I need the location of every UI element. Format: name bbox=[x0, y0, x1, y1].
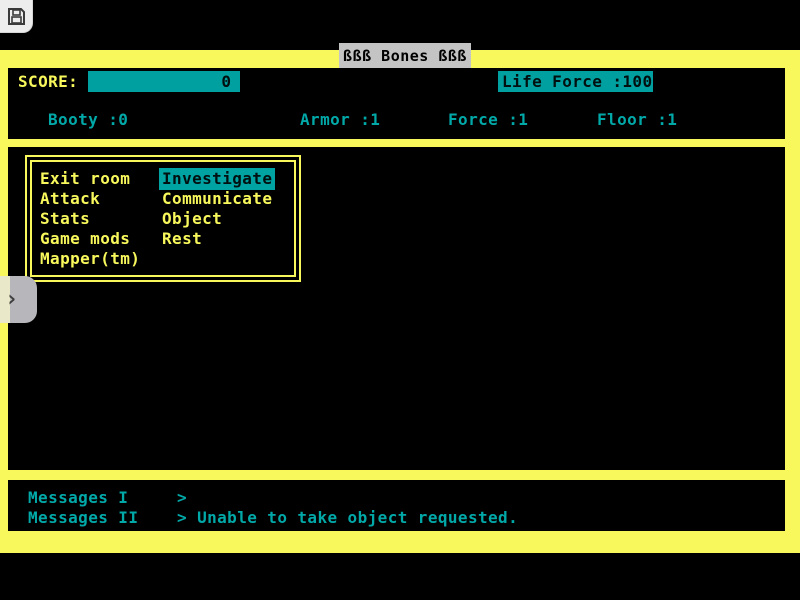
menu-row: Attack Communicate bbox=[40, 188, 294, 208]
score-value: 0 bbox=[221, 72, 231, 91]
menu-item-investigate[interactable]: Investigate bbox=[159, 168, 275, 190]
menu-item-attack[interactable]: Attack bbox=[40, 189, 162, 208]
armor-stat: Armor :1 bbox=[300, 110, 380, 129]
menu-item-rest[interactable]: Rest bbox=[162, 229, 202, 248]
floppy-disk-icon bbox=[7, 7, 26, 26]
game-title-bar: ßßß Bones ßßß bbox=[339, 43, 471, 68]
menu-row: Game mods Rest bbox=[40, 228, 294, 248]
score-bar: 0 bbox=[88, 71, 240, 92]
messages-1-label: Messages I bbox=[28, 488, 128, 507]
action-menu: Exit room Investigate Attack Communicate… bbox=[25, 155, 301, 282]
menu-item-exit-room[interactable]: Exit room bbox=[40, 169, 162, 188]
life-force-bar: Life Force :100 bbox=[498, 71, 653, 92]
score-label: SCORE: bbox=[18, 72, 78, 91]
force-stat: Force :1 bbox=[448, 110, 528, 129]
floor-stat: Floor :1 bbox=[597, 110, 677, 129]
drawer-expand-handle[interactable]: › bbox=[0, 276, 37, 323]
menu-item-game-mods[interactable]: Game mods bbox=[40, 229, 162, 248]
menu-row: Exit room Investigate bbox=[40, 168, 294, 188]
menu-item-object[interactable]: Object bbox=[162, 209, 222, 228]
messages-2-label: Messages II bbox=[28, 508, 138, 527]
main-panel: Exit room Investigate Attack Communicate… bbox=[8, 147, 785, 470]
stats-panel: SCORE: 0 Life Force :100 Booty :0 Armor … bbox=[8, 68, 785, 139]
menu-row: Mapper(tm) bbox=[40, 248, 294, 268]
menu-row: Stats Object bbox=[40, 208, 294, 228]
menu-item-mapper[interactable]: Mapper(tm) bbox=[40, 249, 162, 268]
life-force-value: Life Force :100 bbox=[502, 72, 653, 91]
booty-stat: Booty :0 bbox=[48, 110, 128, 129]
save-button[interactable] bbox=[0, 0, 33, 33]
menu-item-communicate[interactable]: Communicate bbox=[162, 189, 272, 208]
messages-2-text: > Unable to take object requested. bbox=[177, 508, 518, 527]
menu-item-stats[interactable]: Stats bbox=[40, 209, 162, 228]
chevron-right-icon: › bbox=[0, 289, 18, 311]
action-menu-inner: Exit room Investigate Attack Communicate… bbox=[30, 160, 296, 277]
messages-1-prompt: > bbox=[177, 488, 187, 507]
messages-panel: Messages I > Messages II > Unable to tak… bbox=[8, 480, 785, 531]
game-title: ßßß Bones ßßß bbox=[343, 47, 467, 65]
